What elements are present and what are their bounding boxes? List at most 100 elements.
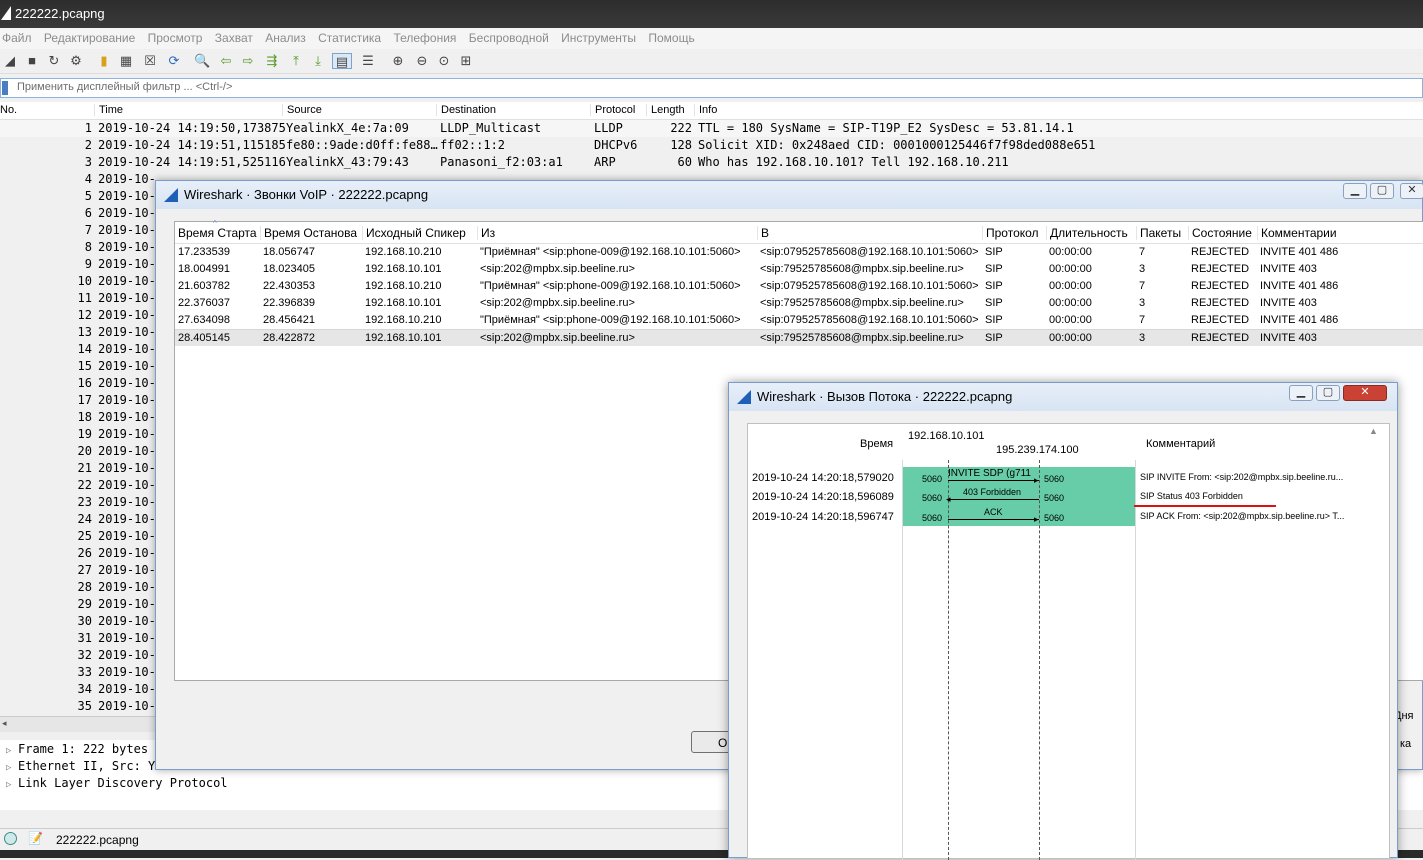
expert-info-icon[interactable] bbox=[4, 832, 17, 845]
col-length[interactable]: Length bbox=[646, 104, 685, 116]
reload-file-icon[interactable]: ⟳ bbox=[166, 53, 182, 69]
col-info[interactable]: Info bbox=[694, 104, 717, 116]
col-packets[interactable]: Пакеты bbox=[1136, 226, 1181, 240]
wireshark-fin-icon bbox=[164, 188, 178, 202]
flow-host-a: 192.168.10.101 bbox=[908, 430, 985, 442]
find-packet-icon[interactable]: 🔍 bbox=[194, 53, 210, 69]
flow-event-label[interactable]: INVITE SDP (g711 bbox=[948, 468, 1031, 479]
flow-lifeline-b bbox=[1039, 460, 1040, 860]
flow-event-time[interactable]: 2019-10-24 14:20:18,596747 bbox=[752, 511, 894, 523]
save-file-icon[interactable]: ▦ bbox=[118, 53, 134, 69]
menu-go[interactable]: Захват bbox=[213, 28, 260, 45]
col-protocol[interactable]: Protocol bbox=[590, 104, 635, 116]
close-file-icon[interactable]: ☒ bbox=[142, 53, 158, 69]
detail-frame[interactable]: ▷ Frame 1: 222 bytes o bbox=[6, 742, 163, 756]
first-packet-icon[interactable]: ⤒ bbox=[288, 53, 304, 69]
voip-title-bar: Wireshark · Звонки VoIP · 222222.pcapng … bbox=[156, 181, 1423, 209]
capture-comment-icon[interactable]: 📝 bbox=[28, 831, 43, 845]
resize-columns-icon[interactable]: ⊞ bbox=[458, 53, 474, 69]
start-capture-icon[interactable]: ◢ bbox=[2, 53, 18, 69]
autoscroll-icon[interactable]: ▤ bbox=[332, 53, 352, 69]
call-flow-window: Wireshark · Вызов Потока · 222222.pcapng… bbox=[728, 382, 1398, 860]
menu-file[interactable]: Файл bbox=[0, 28, 39, 45]
flow-lifeline-a bbox=[948, 460, 949, 860]
display-filter-input[interactable]: Применить дисплейный фильтр ... <Ctrl-/> bbox=[17, 81, 232, 93]
menu-view[interactable]: Просмотр bbox=[146, 28, 210, 45]
col-start-time[interactable]: Время Старта bbox=[175, 226, 257, 240]
flow-arrow-left bbox=[948, 499, 1039, 500]
col-initial-speaker[interactable]: Исходный Спикер bbox=[362, 226, 466, 240]
zoom-out-icon[interactable]: ⊖ bbox=[414, 53, 430, 69]
detail-ethernet[interactable]: ▷ Ethernet II, Src: Ye bbox=[6, 759, 163, 773]
flow-close-button[interactable]: ✕ bbox=[1343, 385, 1387, 401]
col-state[interactable]: Состояние bbox=[1188, 226, 1252, 240]
flow-host-b: 195.239.174.100 bbox=[996, 444, 1079, 456]
zoom-normal-icon[interactable]: ⊙ bbox=[436, 53, 452, 69]
menu-edit[interactable]: Редактирование bbox=[42, 28, 142, 45]
red-underline-annotation bbox=[1134, 505, 1276, 507]
menu-analyze[interactable]: Статистика bbox=[316, 28, 388, 45]
col-stop-time[interactable]: Время Останова bbox=[260, 226, 357, 240]
voip-call-row[interactable]: 18.004991 18.023405 192.168.10.101 <sip:… bbox=[175, 261, 1423, 278]
col-time[interactable]: Time bbox=[94, 104, 123, 116]
voip-maximize-button[interactable]: ▢ bbox=[1370, 183, 1394, 199]
flow-scroll-up-icon[interactable]: ▲ bbox=[1369, 426, 1378, 436]
capture-options-icon[interactable]: ⚙ bbox=[68, 53, 84, 69]
detail-lldp[interactable]: ▷ Link Layer Discovery Protocol bbox=[6, 776, 228, 790]
col-duration[interactable]: Длительность bbox=[1046, 226, 1128, 240]
col-to[interactable]: В bbox=[757, 226, 769, 240]
flow-maximize-button[interactable]: ▢ bbox=[1316, 385, 1340, 401]
menu-wireless[interactable]: Инструменты bbox=[559, 28, 643, 45]
voip-call-row[interactable]: 21.603782 22.430353 192.168.10.210 "Приё… bbox=[175, 278, 1423, 295]
voip-table-header: Время Старта Время Останова Исходный Спи… bbox=[175, 219, 1423, 244]
packet-list-hscrollbar[interactable]: ◂ bbox=[0, 716, 160, 732]
flow-port-b: 5060 bbox=[1044, 493, 1065, 503]
open-file-icon[interactable]: ▮ bbox=[96, 53, 112, 69]
flow-event-label[interactable]: ACK bbox=[984, 507, 1003, 517]
packet-row[interactable]: 2 2019-10-24 14:19:51,115185 fe80::9ade:… bbox=[0, 137, 1423, 154]
col-no[interactable]: No. bbox=[0, 104, 17, 116]
flow-border-left bbox=[902, 460, 903, 860]
flow-event-comment[interactable]: SIP Status 403 Forbidden bbox=[1140, 491, 1243, 501]
zoom-in-icon[interactable]: ⊕ bbox=[390, 53, 406, 69]
voip-call-row[interactable]: 22.376037 22.396839 192.168.10.101 <sip:… bbox=[175, 295, 1423, 312]
packet-row[interactable]: 1 2019-10-24 14:19:50,173875 YealinkX_4e… bbox=[0, 120, 1423, 137]
display-filter-bar[interactable]: Применить дисплейный фильтр ... <Ctrl-/> bbox=[0, 78, 1423, 98]
go-back-icon[interactable]: ⇦ bbox=[218, 53, 234, 69]
flow-port-a: 5060 bbox=[922, 513, 943, 523]
menu-tools[interactable]: Помощь bbox=[646, 28, 701, 45]
flow-event-label[interactable]: 403 Forbidden bbox=[963, 487, 1021, 497]
flow-event-time[interactable]: 2019-10-24 14:20:18,579020 bbox=[752, 472, 894, 484]
main-toolbar: ◢ ■ ↻ ⚙ ▮ ▦ ☒ ⟳ 🔍 ⇦ ⇨ ⇶ ⤒ ⤓ ▤ ☰ ⊕ ⊖ ⊙ ⊞ bbox=[0, 50, 1423, 74]
menu-statistics[interactable]: Телефония bbox=[391, 28, 463, 45]
col-comments[interactable]: Комментарии bbox=[1257, 226, 1337, 240]
col-from[interactable]: Из bbox=[477, 226, 495, 240]
filter-bookmark-icon[interactable] bbox=[2, 81, 8, 95]
flow-event-time[interactable]: 2019-10-24 14:20:18,596089 bbox=[752, 491, 894, 503]
flow-window-title: Wireshark · Вызов Потока · 222222.pcapng bbox=[757, 389, 1013, 404]
menu-telephony[interactable]: Беспроводной bbox=[467, 28, 556, 45]
restart-capture-icon[interactable]: ↻ bbox=[46, 53, 62, 69]
packet-row[interactable]: 3 2019-10-24 14:19:51,525116 YealinkX_43… bbox=[0, 154, 1423, 171]
last-packet-icon[interactable]: ⤓ bbox=[310, 53, 326, 69]
menu-capture[interactable]: Анализ bbox=[263, 28, 313, 45]
arrowhead-left-icon: ◂ bbox=[946, 494, 951, 504]
go-to-packet-icon[interactable]: ⇶ bbox=[264, 53, 280, 69]
col-destination[interactable]: Destination bbox=[436, 104, 496, 116]
voip-call-row[interactable]: 27.634098 28.456421 192.168.10.210 "Приё… bbox=[175, 312, 1423, 329]
voip-call-row[interactable]: 17.233539 18.056747 192.168.10.210 "Приё… bbox=[175, 244, 1423, 261]
flow-col-time: Время bbox=[860, 438, 894, 450]
flow-event-comment[interactable]: SIP ACK From: <sip:202@mpbx.sip.beeline.… bbox=[1140, 511, 1344, 521]
flow-event-comment[interactable]: SIP INVITE From: <sip:202@mpbx.sip.beeli… bbox=[1140, 472, 1343, 482]
go-forward-icon[interactable]: ⇨ bbox=[240, 53, 256, 69]
colorize-icon[interactable]: ☰ bbox=[360, 53, 376, 69]
main-window-title: 222222.pcapng bbox=[15, 6, 105, 21]
col-source[interactable]: Source bbox=[282, 104, 322, 116]
voip-call-row[interactable]: 28.405145 28.422872 192.168.10.101 <sip:… bbox=[175, 329, 1423, 346]
voip-close-button[interactable]: ✕ bbox=[1400, 183, 1423, 199]
voip-minimize-button[interactable]: ▁ bbox=[1343, 183, 1367, 199]
stop-capture-icon[interactable]: ■ bbox=[24, 53, 40, 69]
col-protocol[interactable]: Протокол bbox=[982, 226, 1039, 240]
flow-col-comment: Комментарий bbox=[1146, 438, 1216, 450]
flow-minimize-button[interactable]: ▁ bbox=[1289, 385, 1313, 401]
